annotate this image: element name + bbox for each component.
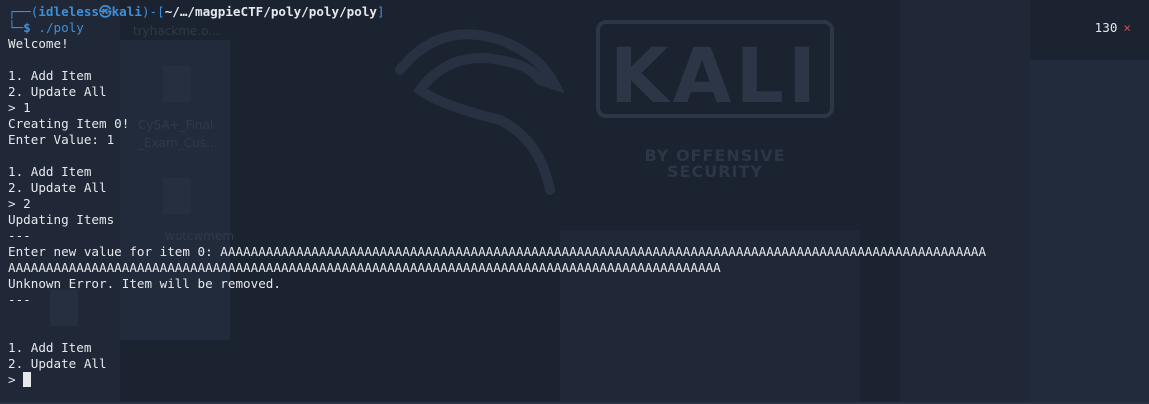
output-line: 2. Update All — [8, 84, 107, 99]
output-line: > 1 — [8, 100, 31, 115]
output-line: 2. Update All — [8, 180, 107, 195]
prompt-path: ~/…/magpieCTF/poly/poly/poly — [164, 4, 377, 19]
output-line: 1. Add Item — [8, 164, 92, 179]
output-line: AAAAAAAAAAAAAAAAAAAAAAAAAAAAAAAAAAAAAAAA… — [8, 260, 721, 275]
prompt-command: ./poly — [38, 20, 84, 35]
output-line: Updating Items — [8, 212, 115, 227]
output-line: Creating Item 0! — [8, 116, 130, 131]
prompt-user-host: idleless㉿kali — [38, 4, 142, 19]
program-output: Welcome! 1. Add Item 2. Update All > 1 Creat… — [8, 36, 1149, 372]
output-line: Unknown Error. Item will be removed. — [8, 276, 281, 291]
prompt-line-1: ┌──(idleless㉿kali)-[~/…/magpieCTF/poly/p… — [8, 4, 385, 19]
output-line: --- — [8, 228, 31, 243]
output-line: Enter Value: 1 — [8, 132, 115, 147]
output-line: 1. Add Item — [8, 68, 92, 83]
output-line: > 2 — [8, 196, 31, 211]
exit-status: 130 × — [1095, 20, 1131, 36]
output-line: --- — [8, 292, 31, 307]
exit-code: 130 — [1094, 20, 1118, 35]
output-line: Welcome! — [8, 36, 69, 51]
error-x-icon: × — [1123, 20, 1131, 35]
terminal-output[interactable]: ┌──(idleless㉿kali)-[~/…/magpieCTF/poly/p… — [8, 4, 1149, 388]
output-line: 2. Update All — [8, 356, 107, 371]
input-prompt: > — [8, 372, 16, 387]
input-prompt-line[interactable]: > — [8, 372, 1149, 388]
prompt-line-2: └─$ ./poly — [8, 20, 84, 35]
output-line: Enter new value for item 0: AAAAAAAAAAAA… — [8, 244, 987, 259]
output-line: 1. Add Item — [8, 340, 92, 355]
text-cursor — [23, 372, 32, 387]
